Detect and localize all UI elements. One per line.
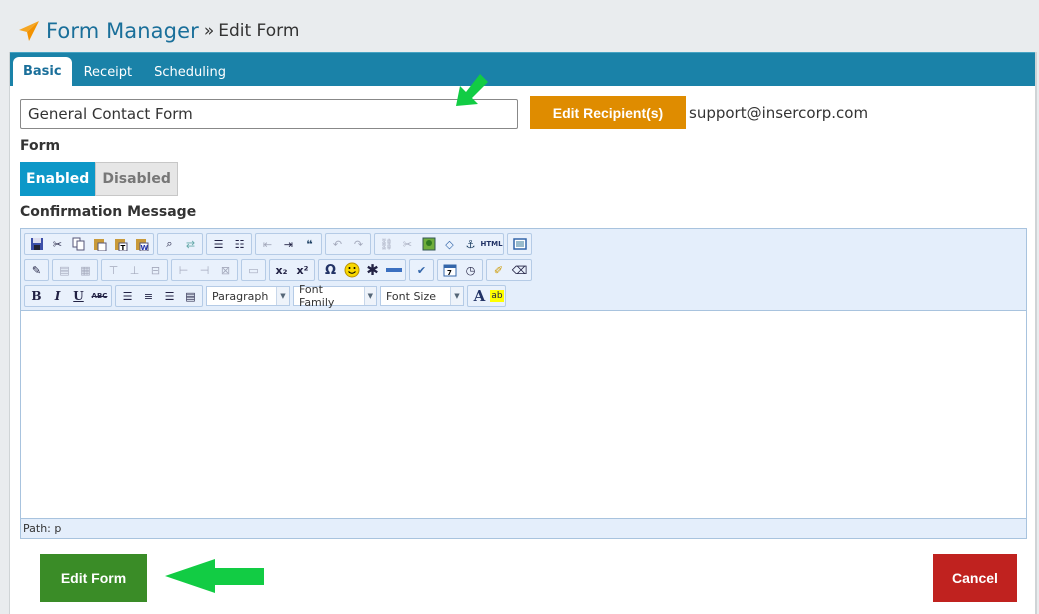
special-char-icon[interactable]: Ω — [320, 260, 341, 280]
emoticon-icon[interactable] — [341, 260, 362, 280]
anchor-icon[interactable]: ⚓ — [460, 234, 481, 254]
code-icon[interactable]: ◇ — [439, 234, 460, 254]
recipient-email: support@insercorp.com — [689, 104, 869, 122]
enabled-option[interactable]: Enabled — [20, 162, 96, 196]
replace-icon[interactable]: ⇄ — [180, 234, 201, 254]
editor-toolbar: ✂ T W ⌕ ⇄ ☰ ☷ ⇤ ⇥ ❝ ↶ ↷ ⛓ ✂ ◇ ⚓ HTML ✎ ▤… — [21, 229, 1026, 311]
paste-word-icon[interactable]: W — [131, 234, 152, 254]
remove-format-icon[interactable]: ⌫ — [509, 260, 530, 280]
form-name-input[interactable] — [20, 99, 518, 129]
paste-icon[interactable] — [89, 234, 110, 254]
edit-form-button[interactable]: Edit Form — [40, 554, 147, 602]
tab-scheduling[interactable]: Scheduling — [144, 58, 236, 86]
bullet-list-icon[interactable]: ☰ — [208, 234, 229, 254]
table-icon[interactable]: ▭ — [243, 260, 264, 280]
insert-col-after-icon[interactable]: ⊣ — [194, 260, 215, 280]
tab-receipt[interactable]: Receipt — [74, 58, 143, 86]
arrow-annotation-icon — [165, 559, 264, 593]
insert-date-icon[interactable]: 7 — [439, 260, 460, 280]
cut-icon[interactable]: ✂ — [47, 234, 68, 254]
breadcrumb-separator: » — [203, 21, 215, 41]
font-size-select[interactable]: Font Size ▼ — [380, 286, 464, 306]
bold-icon[interactable]: B — [26, 286, 47, 306]
find-icon[interactable]: ⌕ — [159, 234, 180, 254]
form-status-label: Form — [20, 138, 61, 154]
svg-text:7: 7 — [447, 269, 452, 277]
align-left-icon[interactable]: ☰ — [117, 286, 138, 306]
edit-icon[interactable]: ✎ — [26, 260, 47, 280]
numbered-list-icon[interactable]: ☷ — [229, 234, 250, 254]
chevron-down-icon: ▼ — [450, 287, 463, 305]
spellcheck-icon[interactable]: ✔ — [411, 260, 432, 280]
paragraph-format-select[interactable]: Paragraph ▼ — [206, 286, 290, 306]
indent-icon[interactable]: ⇥ — [278, 234, 299, 254]
rich-text-editor: ✂ T W ⌕ ⇄ ☰ ☷ ⇤ ⇥ ❝ ↶ ↷ ⛓ ✂ ◇ ⚓ HTML ✎ ▤… — [20, 228, 1027, 539]
svg-text:T: T — [120, 244, 125, 251]
page-header: Form Manager » Edit Form — [18, 16, 299, 46]
italic-icon[interactable]: I — [47, 286, 68, 306]
svg-text:W: W — [140, 244, 148, 251]
subscript-icon[interactable]: x₂ — [271, 260, 292, 280]
highlight-color-icon[interactable]: ab — [490, 290, 504, 302]
asterisk-icon[interactable]: ✱ — [362, 260, 383, 280]
cancel-button[interactable]: Cancel — [933, 554, 1017, 602]
paste-text-icon[interactable]: T — [110, 234, 131, 254]
table-row-props-icon[interactable]: ▤ — [54, 260, 75, 280]
underline-icon[interactable]: U — [68, 286, 89, 306]
outdent-icon[interactable]: ⇤ — [257, 234, 278, 254]
app-title-link[interactable]: Form Manager — [46, 19, 199, 43]
copy-icon[interactable] — [68, 234, 89, 254]
strikethrough-icon[interactable]: ABC — [89, 286, 110, 306]
justify-icon[interactable]: ▤ — [180, 286, 201, 306]
form-status-toggle: Enabled Disabled — [20, 162, 178, 196]
unlink-icon[interactable]: ✂ — [397, 234, 418, 254]
save-icon[interactable] — [26, 234, 47, 254]
align-center-icon[interactable]: ≡ — [138, 286, 159, 306]
align-right-icon[interactable]: ☰ — [159, 286, 180, 306]
horizontal-rule-icon[interactable] — [383, 260, 404, 280]
tab-basic[interactable]: Basic — [13, 57, 72, 86]
editor-path-bar: Path: p — [21, 518, 1026, 538]
cleanup-icon[interactable]: ✐ — [488, 260, 509, 280]
font-family-select[interactable]: Font Family ▼ — [293, 283, 377, 309]
editor-content-area[interactable] — [21, 311, 1026, 520]
arrow-annotation-icon — [456, 74, 488, 106]
insert-row-after-icon[interactable]: ⊥ — [124, 260, 145, 280]
superscript-icon[interactable]: x² — [292, 260, 313, 280]
link-icon[interactable]: ⛓ — [376, 234, 397, 254]
delete-row-icon[interactable]: ⊟ — [145, 260, 166, 280]
disabled-option[interactable]: Disabled — [95, 162, 178, 196]
paper-plane-icon — [19, 21, 39, 41]
fullscreen-icon[interactable] — [509, 234, 530, 254]
html-icon[interactable]: HTML — [480, 234, 502, 254]
insert-col-before-icon[interactable]: ⊢ — [173, 260, 194, 280]
table-cell-props-icon[interactable]: ▦ — [75, 260, 96, 280]
text-color-icon[interactable]: A — [469, 286, 490, 306]
chevron-down-icon: ▼ — [276, 287, 289, 305]
insert-time-icon[interactable]: ◷ — [460, 260, 481, 280]
delete-col-icon[interactable]: ⊠ — [215, 260, 236, 280]
redo-icon[interactable]: ↷ — [348, 234, 369, 254]
insert-row-before-icon[interactable]: ⊤ — [103, 260, 124, 280]
edit-recipients-button[interactable]: Edit Recipient(s) — [530, 96, 686, 129]
page-title: Edit Form — [218, 21, 300, 41]
undo-icon[interactable]: ↶ — [327, 234, 348, 254]
confirmation-message-label: Confirmation Message — [20, 204, 197, 220]
blockquote-icon[interactable]: ❝ — [299, 234, 320, 254]
image-icon[interactable] — [418, 234, 439, 254]
form-panel: Basic Receipt Scheduling Edit Recipient(… — [9, 52, 1037, 614]
chevron-down-icon: ▼ — [363, 287, 376, 305]
tab-bar: Basic Receipt Scheduling — [10, 52, 1035, 86]
